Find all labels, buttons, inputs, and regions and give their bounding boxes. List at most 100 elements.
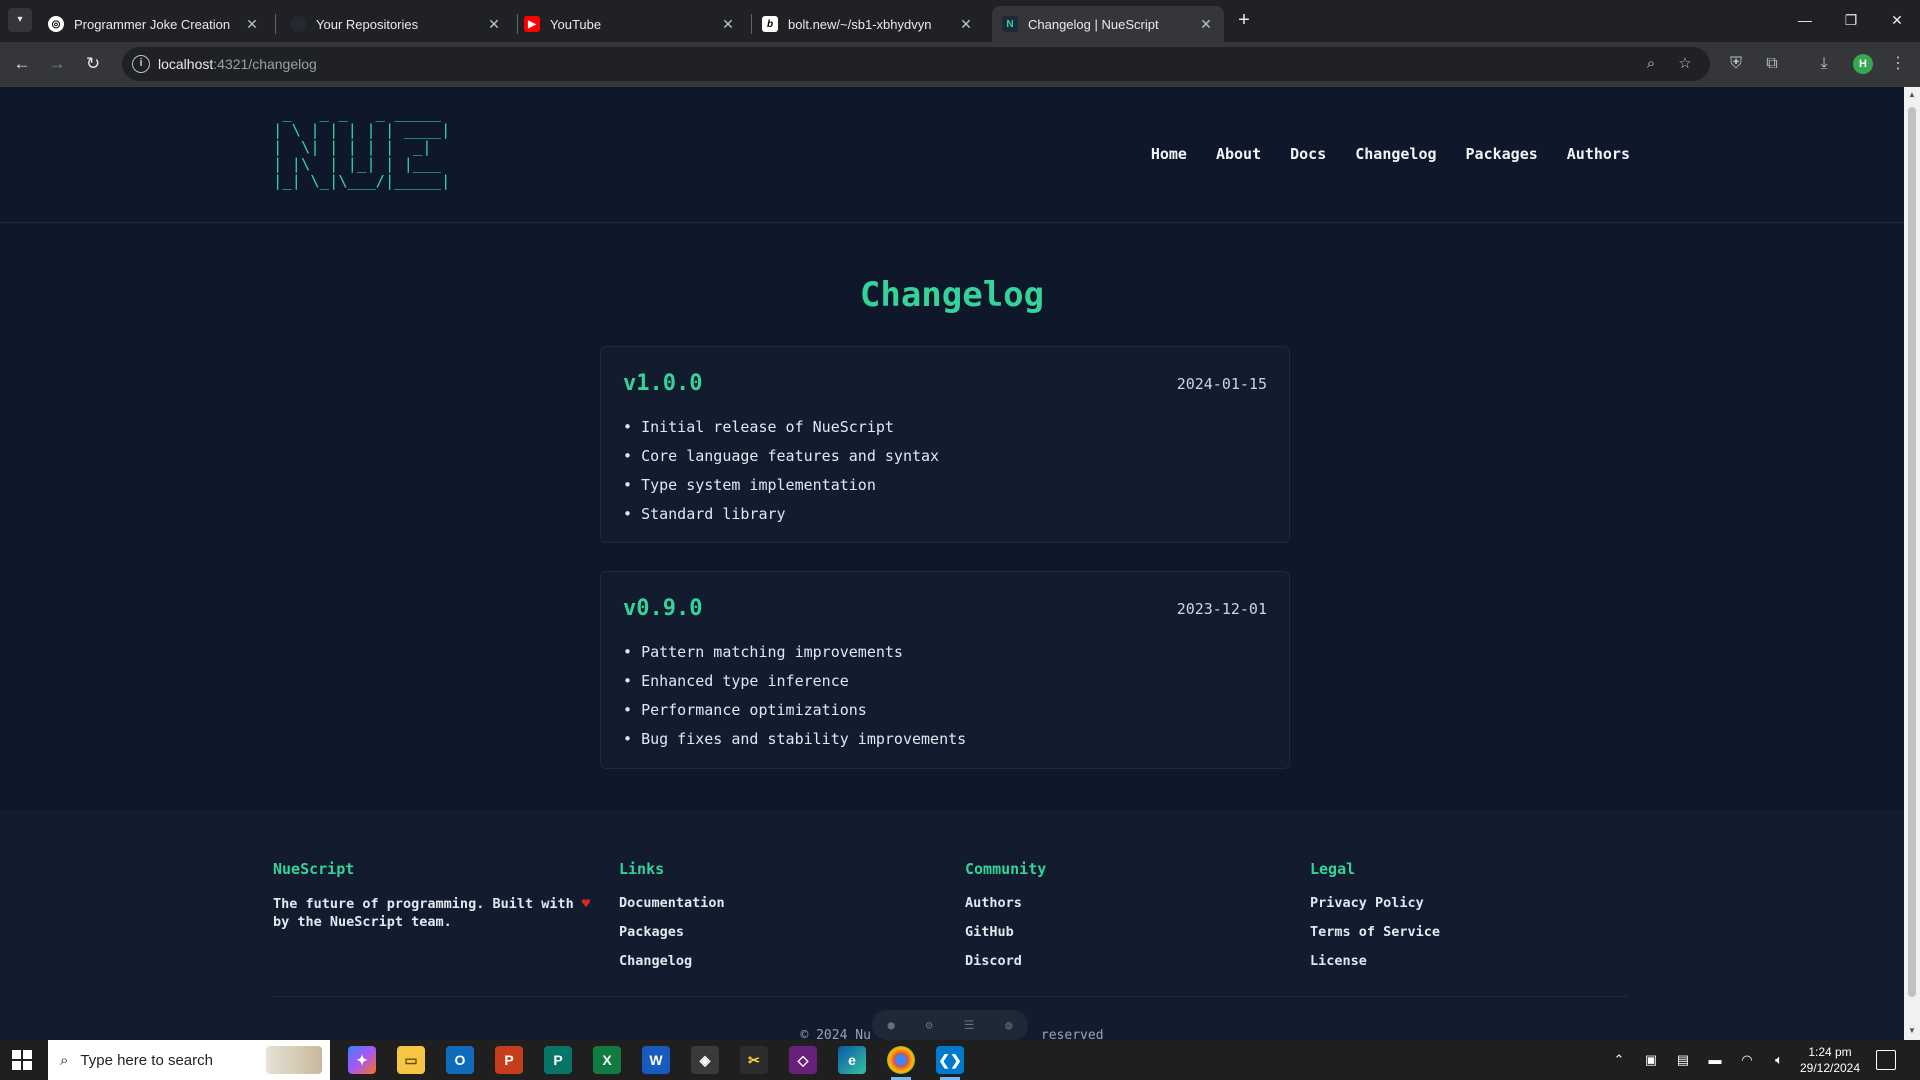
release-note-item: • Bug fixes and stability improvements	[623, 730, 967, 748]
excel-icon[interactable]: X	[593, 1046, 621, 1074]
address-bar[interactable]: i localhost:4321/changelog ⌕ ☆	[122, 47, 1710, 81]
footer-link-documentation[interactable]: Documentation	[619, 895, 725, 924]
nav-docs[interactable]: Docs	[1290, 145, 1326, 163]
footer-link-privacy-policy[interactable]: Privacy Policy	[1310, 895, 1440, 924]
search-placeholder: Type here to search	[80, 1051, 213, 1069]
footer-link-license[interactable]: License	[1310, 953, 1440, 982]
tab-title: Changelog | NueScript	[1028, 16, 1159, 32]
vscode-icon[interactable]: ❮❯	[936, 1046, 964, 1080]
close-tab-icon[interactable]: ✕	[1198, 16, 1214, 32]
mic-icon[interactable]: ●	[887, 1018, 894, 1032]
chrome-icon[interactable]	[887, 1046, 915, 1080]
floating-toolbar-overlay[interactable]: ● ⚙ ☰ ◍	[872, 1010, 1028, 1040]
bookmark-star-icon[interactable]: ☆	[1674, 53, 1696, 75]
edge-icon[interactable]: e	[838, 1046, 866, 1074]
minimize-icon[interactable]: —	[1782, 0, 1828, 40]
tab-bolt-new[interactable]: b bolt.new/~/sb1-xbhydvyn ✕	[752, 6, 984, 42]
display-icon[interactable]: ▤	[1673, 1050, 1693, 1070]
footer-link-terms-of-service[interactable]: Terms of Service	[1310, 924, 1440, 953]
file-explorer-icon[interactable]: ▭	[397, 1046, 425, 1074]
nav-about[interactable]: About	[1216, 145, 1261, 163]
footer-link-authors[interactable]: Authors	[965, 895, 1046, 924]
github-icon	[290, 16, 306, 32]
close-tab-icon[interactable]: ✕	[958, 16, 974, 32]
settings-icon[interactable]: ⚙	[926, 1018, 933, 1032]
zoom-icon[interactable]: ⌕	[1640, 53, 1662, 75]
release-note-item: • Performance optimizations	[623, 701, 867, 719]
system-clock[interactable]: 1:24 pm 29/12/2024	[1790, 1044, 1870, 1076]
nav-changelog[interactable]: Changelog	[1355, 145, 1436, 163]
app-cube-icon[interactable]: ◈	[691, 1046, 719, 1074]
publisher-icon[interactable]: P	[544, 1046, 572, 1074]
profile-avatar[interactable]: H	[1853, 54, 1873, 74]
footer-link-changelog[interactable]: Changelog	[619, 953, 725, 982]
release-note-text: Core language features and syntax	[641, 447, 940, 465]
close-tab-icon[interactable]: ✕	[720, 16, 736, 32]
menu-icon[interactable]: ☰	[964, 1018, 975, 1032]
close-tab-icon[interactable]: ✕	[244, 16, 260, 32]
tagline-end: by the NueScript team.	[273, 914, 452, 930]
show-hidden-icons-icon[interactable]: ⌃	[1609, 1050, 1629, 1070]
tab-your-repositories[interactable]: Your Repositories ✕	[280, 6, 512, 42]
nav-home[interactable]: Home	[1151, 145, 1187, 163]
search-icon: ⌕	[60, 1051, 69, 1069]
download-icon[interactable]: ⤓	[1812, 52, 1836, 76]
word-icon[interactable]: W	[642, 1046, 670, 1074]
site-info-icon[interactable]: i	[132, 55, 150, 73]
extensions-puzzle-icon[interactable]: ⧉	[1760, 52, 1784, 76]
menu-kebab-icon[interactable]: ⋮	[1886, 52, 1910, 76]
shield-extension-icon[interactable]: ⛨	[1724, 52, 1748, 76]
release-note-item: • Initial release of NueScript	[623, 418, 894, 436]
scroll-up-icon[interactable]: ▲	[1908, 91, 1916, 99]
meet-now-icon[interactable]: ▣	[1641, 1050, 1661, 1070]
reload-icon[interactable]: ↻	[80, 51, 106, 77]
tab-search-icon[interactable]: ▾	[8, 8, 32, 32]
tab-changelog-nuescript[interactable]: N Changelog | NueScript ✕	[992, 6, 1224, 42]
nav-authors[interactable]: Authors	[1567, 145, 1630, 163]
visual-studio-icon[interactable]: ◇	[789, 1046, 817, 1074]
windows-start-icon[interactable]	[12, 1050, 32, 1070]
footer-link-packages[interactable]: Packages	[619, 924, 725, 953]
release-note-text: Initial release of NueScript	[641, 418, 894, 436]
tab-youtube[interactable]: ▶ YouTube ✕	[514, 6, 746, 42]
taskbar-search-box[interactable]: ⌕ Type here to search	[48, 1040, 330, 1080]
back-icon[interactable]: ←	[9, 51, 35, 77]
page-scrollbar[interactable]: ▲ ▼	[1904, 87, 1920, 1040]
nuescript-ascii-logo[interactable]: _ _ _ _ _____ | \ | | | | | ____| | \| |…	[273, 105, 450, 190]
footer-link-discord[interactable]: Discord	[965, 953, 1046, 982]
scroll-down-icon[interactable]: ▼	[1908, 1027, 1916, 1035]
site-header: _ _ _ _ _____ | \ | | | | | ____| | \| |…	[0, 87, 1904, 223]
release-note-text: Enhanced type inference	[641, 672, 849, 690]
close-window-icon[interactable]: ✕	[1874, 0, 1920, 40]
forward-icon[interactable]: →	[44, 51, 70, 77]
new-tab-icon[interactable]: +	[1232, 9, 1256, 33]
copyright-end: reserved	[1040, 1028, 1104, 1040]
release-note-item: • Pattern matching improvements	[623, 643, 903, 661]
heart-icon: ♥	[581, 896, 591, 912]
snipping-tool-icon[interactable]: ✂	[740, 1046, 768, 1074]
tab-programmer-joke-creation[interactable]: ◎ Programmer Joke Creation ✕	[38, 6, 270, 42]
footer-link-github[interactable]: GitHub	[965, 924, 1046, 953]
volume-icon[interactable]: 🔈︎	[1769, 1050, 1789, 1070]
globe-icon[interactable]: ◍	[1005, 1018, 1012, 1032]
release-note-item: • Standard library	[623, 505, 786, 523]
close-tab-icon[interactable]: ✕	[486, 16, 502, 32]
restore-icon[interactable]: ❐	[1828, 0, 1874, 40]
tab-title: YouTube	[550, 16, 602, 32]
release-notes-list: • Initial release of NueScript • Core la…	[623, 413, 939, 529]
wifi-icon[interactable]: ◠	[1737, 1050, 1757, 1070]
tab-title: Programmer Joke Creation	[74, 16, 231, 32]
nav-packages[interactable]: Packages	[1466, 145, 1538, 163]
powerpoint-icon[interactable]: P	[495, 1046, 523, 1074]
scrollbar-thumb[interactable]	[1908, 107, 1916, 997]
outlook-icon[interactable]: O	[446, 1046, 474, 1074]
battery-icon[interactable]: ▬	[1705, 1050, 1725, 1070]
copilot-icon[interactable]: ✦	[348, 1046, 376, 1074]
footer-links-column: Links Documentation Packages Changelog	[619, 860, 725, 982]
footer-links-title: Links	[619, 860, 665, 878]
release-version: v1.0.0	[623, 371, 703, 396]
search-highlight-image	[266, 1046, 322, 1074]
url-text[interactable]: localhost:4321/changelog	[158, 56, 317, 72]
release-note-text: Standard library	[641, 505, 786, 523]
notifications-icon[interactable]	[1876, 1050, 1896, 1070]
